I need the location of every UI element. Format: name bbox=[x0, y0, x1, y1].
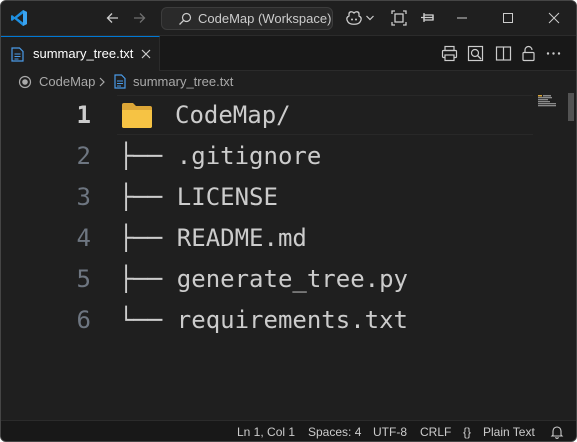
line-number: 4 bbox=[76, 224, 91, 252]
minimap[interactable] bbox=[538, 95, 562, 107]
line-number: 1 bbox=[76, 101, 91, 129]
vscode-logo[interactable] bbox=[10, 9, 28, 27]
code-line[interactable]: ├── generate_tree.py bbox=[119, 259, 408, 299]
code-line[interactable]: CodeMap/ bbox=[175, 95, 291, 135]
maximize-icon bbox=[503, 13, 513, 23]
folder-icon bbox=[122, 103, 152, 128]
code-line[interactable]: ├── README.md bbox=[119, 218, 307, 258]
tab-label: summary_tree.txt bbox=[33, 46, 134, 61]
status-bar: Ln 1, Col 1 Spaces: 4 UTF-8 CRLF {} Plai… bbox=[1, 420, 576, 441]
breadcrumb-file[interactable]: summary_tree.txt bbox=[133, 74, 233, 89]
print-icon[interactable] bbox=[441, 45, 458, 62]
indentation[interactable]: Spaces: 4 bbox=[308, 425, 361, 439]
close-icon bbox=[548, 12, 560, 24]
line-number: 2 bbox=[76, 142, 91, 170]
code-line[interactable]: ├── .gitignore bbox=[119, 136, 321, 176]
split-editor-icon[interactable] bbox=[495, 45, 512, 62]
code-line[interactable]: ├── LICENSE bbox=[119, 177, 278, 217]
tab-summary-tree[interactable]: summary_tree.txt bbox=[1, 36, 160, 71]
command-center[interactable]: CodeMap (Workspace) bbox=[161, 7, 333, 30]
bell-icon[interactable] bbox=[550, 425, 564, 439]
encoding[interactable]: UTF-8 bbox=[373, 425, 407, 439]
line-number: 5 bbox=[76, 265, 91, 293]
layout-icon[interactable] bbox=[390, 9, 408, 27]
editor-area[interactable]: 1 2 3 4 5 6 CodeMap/ ├── .gitignore ├── … bbox=[1, 93, 576, 420]
close-icon[interactable] bbox=[140, 48, 152, 60]
cursor-position[interactable]: Ln 1, Col 1 bbox=[237, 425, 295, 439]
target-icon bbox=[18, 75, 32, 89]
text-file-icon bbox=[11, 47, 24, 62]
more-actions-icon[interactable] bbox=[545, 45, 562, 62]
braces-icon[interactable]: {} bbox=[463, 425, 471, 439]
breadcrumb-root[interactable]: CodeMap bbox=[39, 74, 95, 89]
minimize-icon bbox=[457, 17, 467, 19]
breadcrumb: CodeMap summary_tree.txt bbox=[1, 71, 576, 93]
vertical-scrollbar[interactable] bbox=[568, 93, 574, 121]
minimize-button[interactable] bbox=[439, 1, 485, 36]
code-line[interactable]: └── requirements.txt bbox=[119, 300, 408, 340]
lock-icon[interactable] bbox=[520, 45, 537, 62]
close-window-button[interactable] bbox=[531, 1, 576, 36]
command-center-label: CodeMap (Workspace) bbox=[198, 11, 332, 26]
copilot-icon[interactable] bbox=[345, 9, 363, 27]
vscode-window: CodeMap (Workspace) summary_tree.txt Cod… bbox=[0, 0, 577, 442]
arrow-right-icon[interactable] bbox=[129, 8, 149, 28]
open-preview-icon[interactable] bbox=[467, 45, 484, 62]
chevron-right-icon bbox=[99, 77, 105, 87]
chevron-down-icon[interactable] bbox=[365, 11, 375, 25]
line-number: 3 bbox=[76, 183, 91, 211]
search-icon bbox=[179, 12, 192, 25]
end-of-line[interactable]: CRLF bbox=[420, 425, 451, 439]
text-file-icon bbox=[114, 74, 126, 89]
maximize-button[interactable] bbox=[485, 1, 531, 36]
arrow-left-icon[interactable] bbox=[103, 8, 123, 28]
language-mode[interactable]: Plain Text bbox=[483, 425, 535, 439]
line-number: 6 bbox=[76, 306, 91, 334]
pin-icon[interactable] bbox=[418, 9, 436, 27]
editor-tab-bar: summary_tree.txt bbox=[1, 36, 576, 71]
title-bar: CodeMap (Workspace) bbox=[1, 1, 576, 36]
